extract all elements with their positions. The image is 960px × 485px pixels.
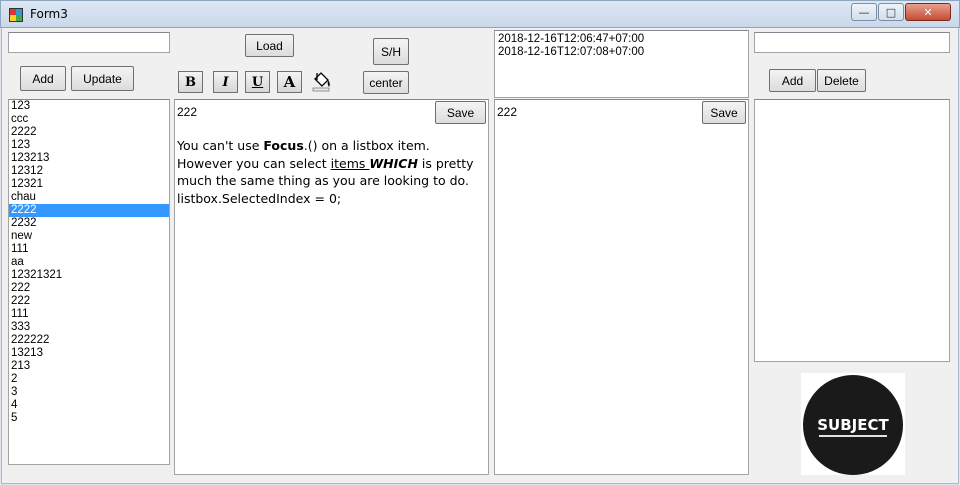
show-hide-button[interactable]: S/H [373,38,409,65]
list-item[interactable]: 12312 [9,165,169,178]
underline-icon: U [251,74,264,90]
app-icon [9,8,23,22]
editor-save-button[interactable]: Save [435,101,486,124]
list-item[interactable]: 12321 [9,178,169,191]
list-item[interactable]: chau [9,191,169,204]
list-item[interactable]: 123 [9,100,169,113]
left-add-button[interactable]: Add [20,66,66,91]
window-title: Form3 [30,7,68,21]
list-item[interactable]: 222 [9,282,169,295]
maximize-icon: □ [885,5,897,19]
maximize-button[interactable]: □ [878,3,904,21]
title-bar: Form3 — □ ✕ [0,0,960,28]
load-button[interactable]: Load [245,34,294,57]
list-item[interactable]: new [9,230,169,243]
body-bold-which: WHICH [369,155,418,171]
editor-body-text[interactable]: You can't use Focus.() on a listbox item… [177,137,477,207]
timestamp-line: 2018-12-16T12:06:47+07:00 [498,33,645,45]
right-listbox[interactable] [754,99,950,362]
list-item[interactable]: aa [9,256,169,269]
timestamp-line: 2018-12-16T12:07:08+07:00 [498,46,645,58]
item-listbox[interactable]: 123 ccc 2222 123 123213 12312 12321 chau 2222 223… [8,99,170,465]
left-text-input[interactable] [8,32,170,53]
list-item[interactable]: 123 [9,139,169,152]
body-bold-focus: Focus [263,138,304,153]
list-item[interactable]: 2222 [9,126,169,139]
bold-icon: B [185,74,196,90]
font-button[interactable]: A [277,71,302,93]
body-text-segment: You can't use [177,138,264,153]
body-code-line: listbox.SelectedIndex = 0; [177,190,342,206]
list-item[interactable]: 123213 [9,152,169,165]
list-item[interactable]: 3 [9,386,169,399]
list-item[interactable]: 222222 [9,334,169,347]
list-item[interactable]: 333 [9,321,169,334]
bold-button[interactable]: B [178,71,203,93]
timestamp-log[interactable]: 2018-12-16T12:06:47+07:00 2018-12-16T12:… [494,30,749,98]
detail-panel[interactable]: 222 Save [494,99,749,475]
right-delete-button[interactable]: Delete [817,69,866,92]
subject-logo-image: SUBJECT [801,373,905,475]
list-item[interactable]: 13213 [9,347,169,360]
list-item[interactable]: 12321321 [9,269,169,282]
list-item[interactable]: 111 [9,308,169,321]
list-item[interactable]: 2232 [9,217,169,230]
close-icon: ✕ [923,5,933,19]
editor-title: 222 [177,105,198,119]
list-item[interactable]: 5 [9,412,169,425]
detail-save-button[interactable]: Save [702,101,746,124]
fill-color-button[interactable] [310,70,332,92]
paint-bucket-icon [312,72,330,92]
body-underlined-items: items [330,155,370,171]
list-item[interactable]: ccc [9,113,169,126]
list-item[interactable]: 213 [9,360,169,373]
italic-icon: I [222,74,229,90]
list-item[interactable]: 2222 [9,204,169,217]
list-item[interactable]: 2 [9,373,169,386]
right-text-input[interactable] [754,32,950,53]
close-button[interactable]: ✕ [905,3,951,21]
rich-text-editor[interactable]: 222 Save You can't use Focus.() on a lis… [174,99,489,475]
minimize-icon: — [858,5,870,19]
underline-button[interactable]: U [245,71,270,93]
center-button[interactable]: center [363,71,409,94]
logo-text: SUBJECT [817,416,889,434]
list-item[interactable]: 222 [9,295,169,308]
list-item[interactable]: 4 [9,399,169,412]
right-add-button[interactable]: Add [769,69,816,92]
detail-title: 222 [497,105,518,119]
list-item[interactable]: 111 [9,243,169,256]
italic-button[interactable]: I [213,71,238,93]
minimize-button[interactable]: — [851,3,877,21]
left-update-button[interactable]: Update [71,66,134,91]
font-icon: A [283,73,296,91]
